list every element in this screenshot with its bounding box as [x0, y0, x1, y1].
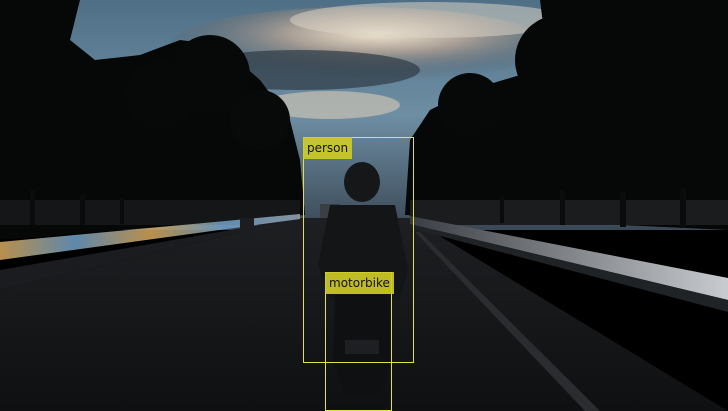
- person-label: person: [303, 137, 353, 159]
- road-scene: person motorbike: [0, 0, 728, 411]
- motorbike-label: motorbike: [325, 272, 394, 294]
- motorbike-bounding-box: motorbike: [325, 272, 394, 411]
